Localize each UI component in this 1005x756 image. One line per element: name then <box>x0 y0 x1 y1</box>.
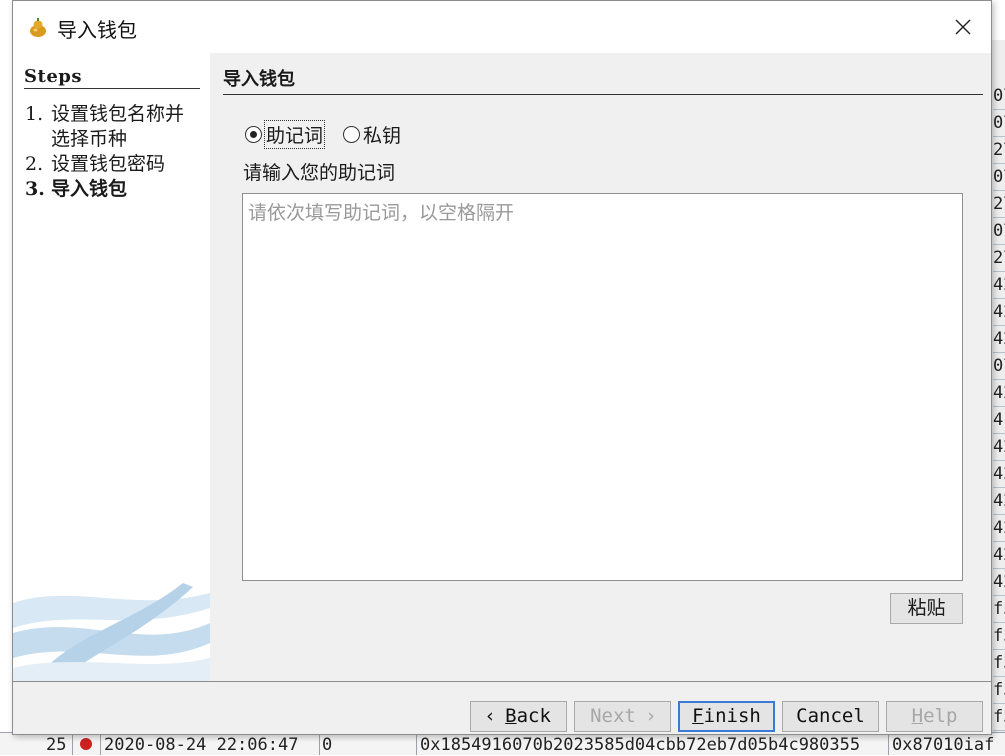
help-mnemonic: H <box>911 705 924 727</box>
table-cell: f5 <box>993 651 1005 677</box>
window-title: 导入钱包 <box>57 18 137 42</box>
table-cell: 42 <box>993 543 1005 569</box>
step-item-current: 3. 导入钱包 <box>25 177 205 202</box>
decorative-swoosh-image <box>13 583 210 681</box>
row-value: 0 <box>322 735 333 755</box>
table-cell: f5 <box>993 597 1005 623</box>
chevron-left-icon: ‹ <box>486 705 494 727</box>
close-icon <box>955 19 971 35</box>
help-label: elp <box>923 705 958 727</box>
radio-mnemonic[interactable]: 助记词 <box>245 119 326 149</box>
table-cell: 42 <box>993 381 1005 407</box>
table-cell: 07 <box>993 219 1005 245</box>
back-label: ack <box>516 705 551 727</box>
mnemonic-textarea[interactable]: 请依次填写助记词，以空格隔开 <box>242 193 963 581</box>
table-cell: f5 <box>993 678 1005 704</box>
import-wallet-dialog: 导入钱包 Steps 1. 设置钱包名称并选择币种 2. 设置钱包密码 3. 导… <box>12 0 992 735</box>
steps-panel: Steps 1. 设置钱包名称并选择币种 2. 设置钱包密码 3. 导入钱包 <box>13 53 210 681</box>
radio-label: 私钥 <box>363 124 402 147</box>
background-table-column: 07 07 27 07 27 07 27 42 42 42 07 42 41 4… <box>990 40 1005 754</box>
table-cell: 07 <box>993 165 1005 191</box>
row-time: 2020-08-24 22:06:47 <box>104 735 299 755</box>
row-address: 0x87010iaf <box>892 735 995 755</box>
background-table-row: 25 2020-08-24 22:06:47 0 0x1854916070b20… <box>0 732 1005 755</box>
title-bar[interactable]: 导入钱包 <box>13 1 991 53</box>
radio-label: 助记词 <box>263 119 326 149</box>
paste-button[interactable]: 粘贴 <box>890 593 963 624</box>
cancel-button[interactable]: Cancel <box>782 701 879 732</box>
step-label: 导入钱包 <box>51 178 128 200</box>
table-cell: f5 <box>993 705 1005 731</box>
help-button[interactable]: Help <box>886 701 983 732</box>
bug-icon <box>80 738 92 750</box>
chevron-right-icon: › <box>647 705 655 727</box>
radio-checked-icon <box>245 125 262 143</box>
step-item: 1. 设置钱包名称并选择币种 <box>25 102 205 152</box>
radio-unchecked-icon <box>343 125 360 143</box>
radio-private-key[interactable]: 私钥 <box>343 121 401 147</box>
table-cell: 41 <box>993 408 1005 434</box>
table-cell: 42 <box>993 435 1005 461</box>
table-cell: 42 <box>993 327 1005 353</box>
gourd-app-icon <box>30 18 46 37</box>
finish-mnemonic: F <box>692 705 704 727</box>
next-label: Next <box>590 705 636 727</box>
table-cell: 07 <box>993 111 1005 137</box>
close-button[interactable] <box>943 9 983 45</box>
next-button[interactable]: Next › <box>574 701 671 732</box>
table-cell: f5 <box>993 624 1005 650</box>
table-cell: 42 <box>993 273 1005 299</box>
table-cell: 27 <box>993 138 1005 164</box>
steps-title: Steps <box>24 66 200 89</box>
table-cell: 42 <box>993 489 1005 515</box>
table-cell: 42 <box>993 300 1005 326</box>
finish-button[interactable]: Finish <box>678 701 775 732</box>
step-number: 2. <box>25 153 44 175</box>
back-button[interactable]: ‹ Back <box>470 701 567 732</box>
row-hash: 0x1854916070b2023585d04cbb72eb7d05b4c980… <box>420 735 861 755</box>
table-cell: 27 <box>993 192 1005 218</box>
content-title: 导入钱包 <box>223 65 983 95</box>
step-number: 1. <box>25 103 44 125</box>
finish-label: inish <box>703 705 761 727</box>
back-mnemonic: B <box>505 705 517 727</box>
table-cell: 42 <box>993 462 1005 488</box>
cancel-label: Cancel <box>796 705 865 727</box>
table-cell: 42 <box>993 570 1005 596</box>
table-cell: 42 <box>993 516 1005 542</box>
mnemonic-label: 请输入您的助记词 <box>243 162 396 184</box>
table-cell: 07 <box>993 84 1005 110</box>
footer-divider <box>13 681 991 682</box>
step-label: 设置钱包名称并选择币种 <box>51 103 185 150</box>
table-cell: 27 <box>993 246 1005 272</box>
step-item: 2. 设置钱包密码 <box>25 152 205 177</box>
row-number: 25 <box>46 735 67 755</box>
table-cell: 07 <box>993 354 1005 380</box>
step-label: 设置钱包密码 <box>51 153 166 175</box>
step-number: 3. <box>25 178 45 200</box>
mnemonic-placeholder: 请依次填写助记词，以空格隔开 <box>248 202 515 224</box>
